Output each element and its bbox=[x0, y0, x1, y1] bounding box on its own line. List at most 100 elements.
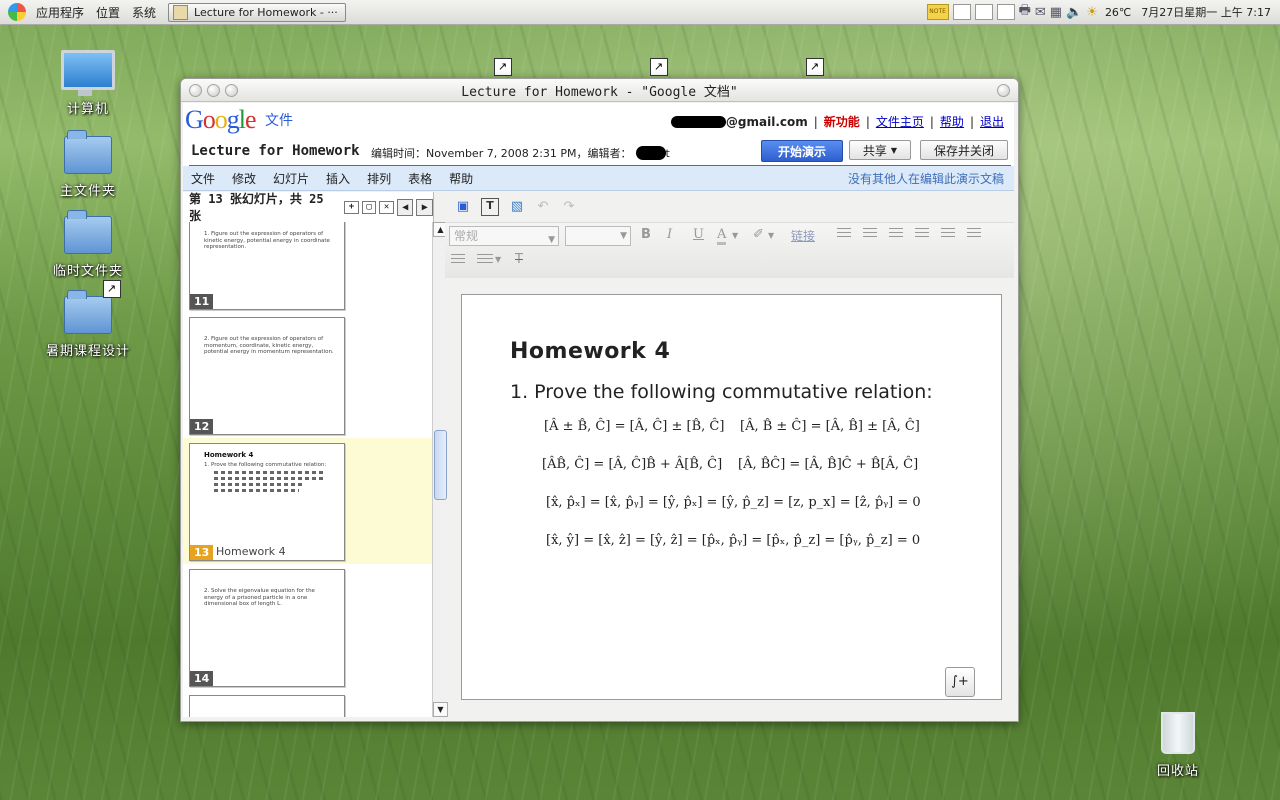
menu-system[interactable]: 系统 bbox=[126, 4, 162, 21]
link-button[interactable]: 链接 bbox=[791, 227, 815, 244]
equation[interactable]: [ÂB̂, Ĉ] = [Â, Ĉ]B̂ + Â[B̂, Ĉ] bbox=[542, 457, 722, 472]
workspace-2-icon[interactable] bbox=[974, 4, 993, 20]
bulleted-list-icon[interactable] bbox=[863, 228, 877, 240]
desktop-icon-trash[interactable]: 回收站 bbox=[1128, 712, 1228, 779]
equation[interactable]: [Â ± B̂, Ĉ] = [Â, Ĉ] ± [B̂, Ĉ] bbox=[544, 419, 724, 434]
line-spacing-icon[interactable] bbox=[477, 254, 493, 266]
desktop-icon-computer[interactable]: 计算机 bbox=[38, 50, 138, 117]
new-slide-icon[interactable]: + bbox=[344, 200, 359, 214]
clock[interactable]: 7月27日星期一 上午 7:17 bbox=[1138, 4, 1274, 20]
scrollbar-thumb[interactable] bbox=[434, 430, 447, 500]
desktop-icon-hidden[interactable]: ↗ bbox=[758, 58, 828, 80]
slide-thumbnail[interactable]: 2. Solve the eigenvalue equation for the… bbox=[189, 569, 345, 687]
docs-home-link[interactable]: 文件主页 bbox=[876, 113, 924, 130]
italic-icon[interactable]: I bbox=[667, 227, 672, 242]
taskbar-window-button[interactable]: Lecture for Homework - ··· bbox=[168, 2, 347, 22]
desktop-icon-temp-folder[interactable]: 临时文件夹 bbox=[38, 210, 138, 279]
font-size-select[interactable]: ▼ bbox=[565, 226, 631, 246]
help-link[interactable]: 帮助 bbox=[940, 113, 964, 130]
increase-indent-icon[interactable] bbox=[915, 228, 929, 240]
workspace-1-icon[interactable] bbox=[952, 4, 971, 20]
align-right-icon[interactable] bbox=[451, 254, 465, 266]
menu-edit[interactable]: 修改 bbox=[224, 170, 265, 187]
decrease-indent-icon[interactable] bbox=[889, 228, 903, 240]
undo-icon[interactable]: ↶ bbox=[535, 199, 551, 215]
align-center-icon[interactable] bbox=[967, 228, 981, 240]
maximize-button[interactable] bbox=[225, 84, 238, 97]
main-menu-icon[interactable] bbox=[8, 3, 26, 21]
slide-bullet-1[interactable]: 1. Prove the following commutative relat… bbox=[510, 381, 933, 403]
slide-thumbnail-selected[interactable]: Homework 4 1. Prove the following commut… bbox=[189, 443, 345, 561]
bold-icon[interactable]: B bbox=[641, 227, 651, 242]
delete-slide-icon[interactable]: ✕ bbox=[379, 200, 394, 214]
slide-list-scrollbar[interactable]: ▲ ▼ bbox=[432, 222, 448, 717]
text-box-icon[interactable]: T bbox=[481, 198, 499, 216]
highlight-color-icon[interactable]: ✐ bbox=[753, 227, 764, 242]
close-button[interactable] bbox=[189, 84, 202, 97]
sticky-notes-icon[interactable]: NOTE bbox=[926, 4, 949, 20]
duplicate-slide-icon[interactable]: ▢ bbox=[361, 200, 377, 214]
menu-applications[interactable]: 应用程序 bbox=[30, 4, 90, 21]
google-logo[interactable]: Google bbox=[185, 105, 257, 135]
slide-thumbnail[interactable] bbox=[189, 695, 345, 717]
slide-number: 12 bbox=[190, 419, 214, 434]
redo-icon[interactable]: ↷ bbox=[561, 199, 577, 215]
scroll-down-icon[interactable]: ▼ bbox=[433, 702, 448, 717]
chevron-down-icon: ▼ bbox=[495, 255, 502, 264]
equation[interactable]: [Â, B̂Ĉ] = [Â, B̂]Ĉ + B̂[Â, Ĉ] bbox=[738, 457, 918, 472]
paragraph-style-select[interactable]: 常规 ▼ bbox=[449, 226, 559, 246]
numbered-list-icon[interactable] bbox=[837, 228, 851, 240]
menu-places[interactable]: 位置 bbox=[90, 4, 126, 21]
menu-arrange[interactable]: 排列 bbox=[359, 170, 400, 187]
underline-icon[interactable]: U bbox=[693, 227, 704, 242]
slide-title[interactable]: Homework 4 bbox=[510, 339, 670, 364]
next-slide-icon[interactable]: ▶ bbox=[416, 198, 434, 216]
minimize-button[interactable] bbox=[207, 84, 220, 97]
volume-icon[interactable]: 🔈 bbox=[1066, 5, 1082, 20]
weather-temperature[interactable]: 26℃ bbox=[1102, 6, 1134, 19]
menu-slide[interactable]: 幻灯片 bbox=[265, 170, 318, 187]
logout-link[interactable]: 退出 bbox=[980, 113, 1004, 130]
desktop-icon-label: 计算机 bbox=[66, 102, 109, 117]
new-features-link[interactable]: 新功能 bbox=[824, 113, 860, 130]
add-equation-icon[interactable]: ∫+ bbox=[945, 667, 975, 697]
desktop-icon-hidden[interactable]: ↗ bbox=[600, 58, 670, 80]
slide-caption: Homework 4 bbox=[216, 545, 286, 558]
desktop-icon-label: 主文件夹 bbox=[59, 184, 116, 199]
workspace-3-icon[interactable] bbox=[996, 4, 1015, 20]
save-and-close-button[interactable]: 保存并关闭 bbox=[920, 140, 1008, 160]
clear-formatting-icon[interactable]: T bbox=[515, 252, 523, 267]
menu-insert[interactable]: 插入 bbox=[318, 170, 359, 187]
start-presentation-button[interactable]: 开始演示 bbox=[761, 140, 843, 162]
menu-file[interactable]: 文件 bbox=[183, 170, 224, 187]
chevron-down-icon: ▼ bbox=[548, 235, 555, 245]
menu-help[interactable]: 帮助 bbox=[441, 170, 482, 187]
save-icon[interactable]: ▣ bbox=[455, 199, 471, 215]
menu-table[interactable]: 表格 bbox=[400, 170, 441, 187]
equation[interactable]: [x̂, ŷ] = [x̂, ẑ] = [ŷ, ẑ] = [p̂ₓ, p̂ᵧ] … bbox=[546, 533, 920, 548]
align-left-icon[interactable] bbox=[941, 228, 955, 240]
document-title[interactable]: Lecture for Homework bbox=[191, 143, 360, 159]
text-color-icon[interactable]: A bbox=[717, 227, 727, 245]
previous-slide-icon[interactable]: ◀ bbox=[396, 198, 414, 216]
desktop-icon-summer-course[interactable]: ↗ 暑期课程设计 bbox=[38, 280, 138, 359]
desktop-icon-hidden[interactable]: ↗ bbox=[446, 58, 516, 80]
image-icon[interactable]: ▧ bbox=[509, 199, 525, 215]
share-button[interactable]: 共享 ▼ bbox=[849, 140, 911, 160]
equation[interactable]: [Â, B̂ ± Ĉ] = [Â, B̂] ± [Â, Ĉ] bbox=[740, 419, 920, 434]
printer-icon[interactable]: 🖶 bbox=[1019, 1, 1031, 23]
account-email: @gmail.com bbox=[725, 114, 808, 129]
window-titlebar[interactable]: Lecture for Homework - "Google 文档" bbox=[181, 79, 1018, 102]
slide-thumbnail[interactable]: 1. Figure out the expression of operator… bbox=[189, 222, 345, 310]
equation[interactable]: [x̂, p̂ₓ] = [x̂, p̂ᵧ] = [ŷ, p̂ₓ] = [ŷ, p… bbox=[546, 495, 921, 510]
folder-icon bbox=[64, 290, 112, 334]
window-menu-button[interactable] bbox=[997, 84, 1010, 97]
desktop-icon-label: 暑期课程设计 bbox=[45, 344, 130, 359]
network-icon[interactable]: ▦ bbox=[1050, 5, 1062, 20]
slide-canvas[interactable]: Homework 4 1. Prove the following commut… bbox=[461, 294, 1002, 700]
home-folder-icon bbox=[64, 130, 112, 174]
redacted-username bbox=[670, 115, 726, 128]
mail-icon[interactable]: ✉ bbox=[1035, 5, 1046, 20]
slide-thumbnail[interactable]: 2. Figure out the expression of operator… bbox=[189, 317, 345, 435]
desktop-icon-home[interactable]: 主文件夹 bbox=[38, 130, 138, 199]
